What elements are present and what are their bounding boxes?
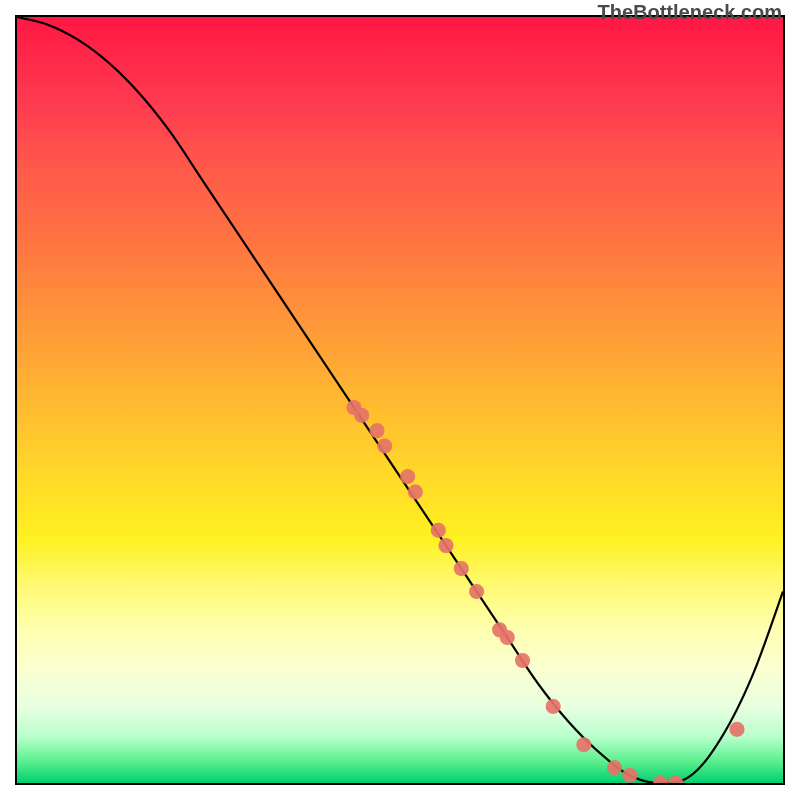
data-point <box>730 722 745 737</box>
data-point <box>668 776 683 784</box>
data-point <box>408 484 423 499</box>
data-point <box>622 768 637 783</box>
bottleneck-curve <box>17 17 783 783</box>
chart-container: TheBottleneck.com <box>0 0 800 800</box>
scatter-points <box>347 400 745 783</box>
data-point <box>500 630 515 645</box>
chart-svg <box>17 17 783 783</box>
data-point <box>515 653 530 668</box>
data-point <box>400 469 415 484</box>
data-point <box>431 523 446 538</box>
data-point <box>607 760 622 775</box>
plot-area <box>15 15 785 785</box>
data-point <box>370 423 385 438</box>
data-point <box>377 438 392 453</box>
attribution-text: TheBottleneck.com <box>598 2 782 25</box>
data-point <box>354 408 369 423</box>
data-point <box>438 538 453 553</box>
data-point <box>469 584 484 599</box>
data-point <box>546 699 561 714</box>
data-point <box>454 561 469 576</box>
data-point <box>653 776 668 784</box>
data-point <box>576 737 591 752</box>
